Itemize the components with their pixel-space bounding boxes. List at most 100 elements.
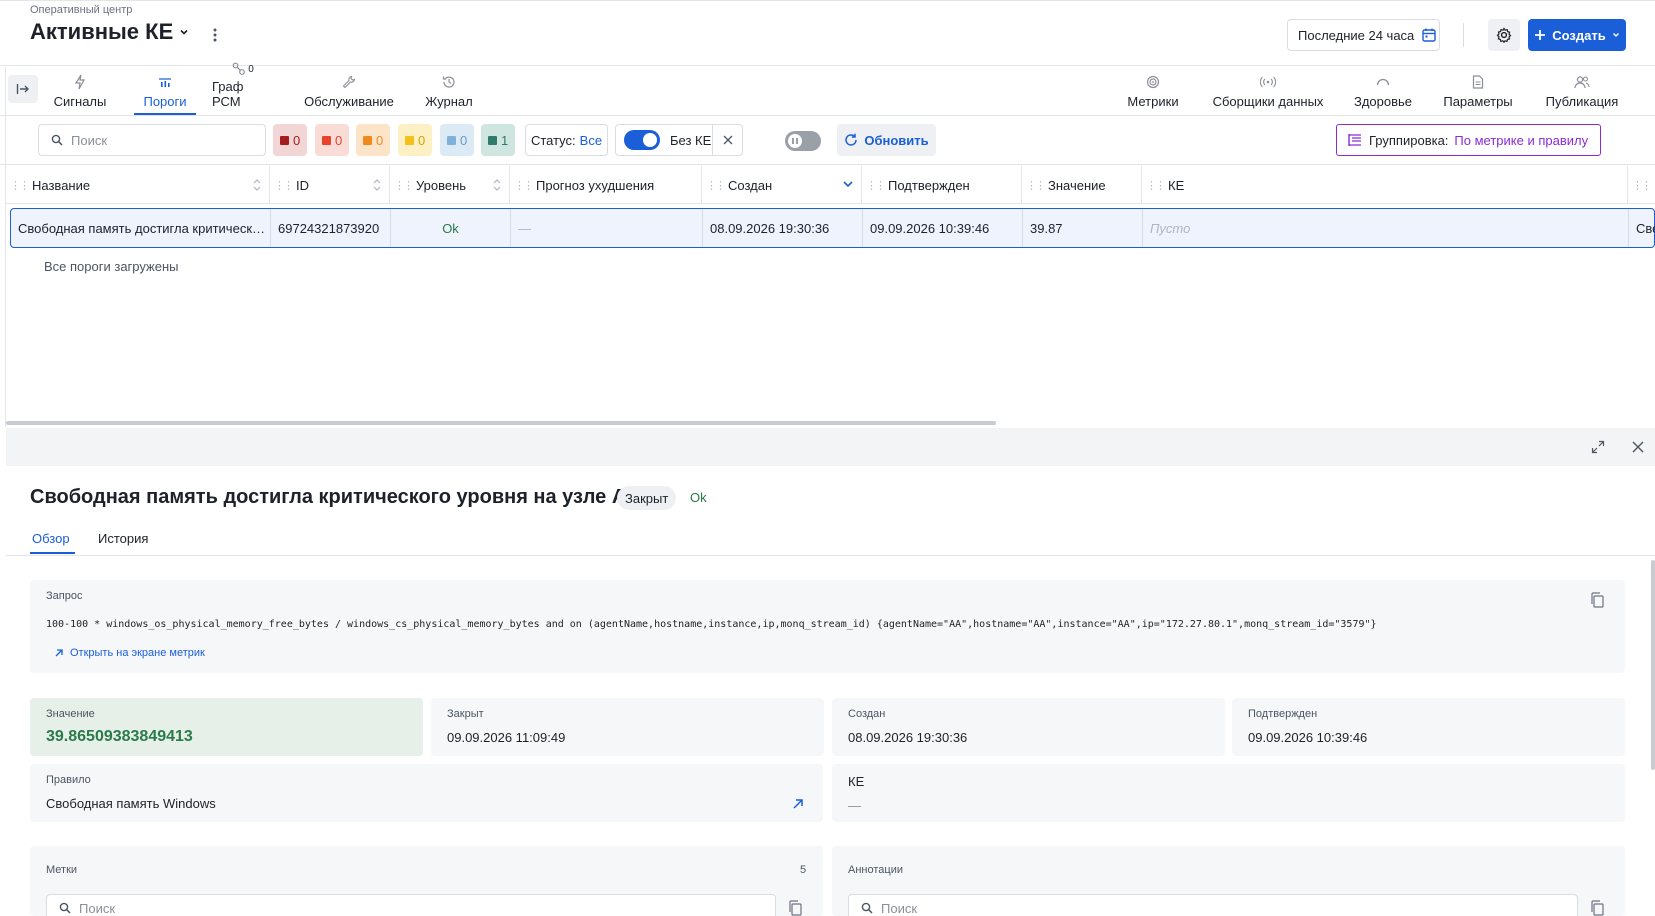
tab-maintenance[interactable]: Обслуживание [303, 67, 395, 115]
close-icon[interactable] [1631, 440, 1645, 454]
level-filter-critical[interactable]: 0 [273, 124, 308, 156]
tags-search-input[interactable]: Поиск [46, 894, 776, 916]
tab-journal[interactable]: Журнал [424, 67, 474, 115]
tab-signals[interactable]: Сигналы [52, 67, 108, 115]
wrench-icon [342, 73, 356, 91]
column-title: Название [32, 177, 91, 193]
column-header-forecast[interactable]: ⋮⋮ Прогноз ухудшения [510, 166, 702, 204]
document-icon [1472, 73, 1484, 91]
tab-history[interactable]: История [98, 531, 148, 546]
no-ke-switch[interactable] [624, 130, 660, 150]
confirmed-label: Подтвержден [1248, 708, 1318, 720]
ke-card: КЕ — [832, 764, 1625, 822]
tab-rsm-graph[interactable]: 0 Граф РСМ [212, 62, 274, 115]
annotations-search-input[interactable]: Поиск [848, 894, 1578, 916]
tab-metrics[interactable]: Метрики [1124, 67, 1182, 115]
expand-sidebar-button[interactable] [8, 75, 38, 103]
more-vertical-icon[interactable] [208, 27, 222, 43]
grouping-icon [1347, 133, 1363, 147]
search-input[interactable]: Поиск [38, 124, 266, 156]
history-icon [442, 73, 456, 91]
column-header-ke[interactable]: ⋮⋮ КЕ [1142, 166, 1628, 204]
gear-icon [1496, 27, 1512, 43]
level-filter-info[interactable]: 0 [440, 124, 475, 156]
status-badge: Закрыт [617, 486, 677, 510]
rule-label: Правило [46, 774, 91, 786]
level-filter-low[interactable]: 0 [398, 124, 433, 156]
tab-label: Журнал [425, 94, 473, 109]
breadcrumb[interactable]: Оперативный центр [30, 4, 132, 16]
arrow-up-right-icon[interactable] [792, 798, 804, 810]
cell-confirmed: 09.09.2026 10:39:46 [863, 209, 1023, 247]
chevron-down-icon [179, 27, 189, 37]
tab-health[interactable]: Здоровье [1354, 67, 1412, 115]
tab-label: Публикация [1545, 94, 1619, 109]
tab-thresholds[interactable]: Пороги [134, 67, 196, 115]
column-header-confirmed[interactable]: ⋮⋮ Подтвержден [862, 166, 1022, 204]
drag-handle-icon[interactable]: ⋮⋮ [1146, 179, 1166, 192]
confirmed-card: Подтвержден 09.09.2026 10:39:46 [1232, 698, 1625, 756]
query-label: Запрос [46, 590, 83, 602]
settings-button[interactable] [1488, 19, 1520, 51]
column-title: Значение [1048, 177, 1106, 193]
annotations-card: Аннотации Поиск [832, 846, 1625, 916]
column-header-extra[interactable]: ⋮⋮ Пр [1628, 166, 1655, 204]
level-count: 1 [501, 132, 509, 148]
copy-icon[interactable] [1590, 592, 1604, 608]
calendar-icon [1422, 28, 1436, 42]
query-card: Запрос 100-100 * windows_os_physical_mem… [30, 580, 1625, 673]
drag-handle-icon[interactable]: ⋮⋮ [706, 179, 726, 192]
created-label: Создан [848, 708, 886, 720]
status-value: Все [579, 132, 603, 148]
tab-overview[interactable]: Обзор [32, 531, 70, 546]
table-row[interactable]: Свободная память достигла критическ… 697… [10, 208, 1655, 248]
tab-parameters[interactable]: Параметры [1443, 67, 1513, 115]
vertical-scrollbar[interactable] [1651, 560, 1655, 770]
drag-handle-icon[interactable]: ⋮⋮ [514, 179, 534, 192]
copy-icon[interactable] [1590, 900, 1604, 916]
date-range-button[interactable]: Последние 24 часа [1287, 19, 1440, 51]
refresh-label: Обновить [864, 132, 929, 148]
drag-handle-icon[interactable]: ⋮⋮ [394, 179, 414, 192]
horizontal-scrollbar[interactable] [6, 421, 996, 425]
expand-icon[interactable] [1591, 440, 1605, 454]
grouping-button[interactable]: Группировка: По метрике и правилу [1336, 124, 1601, 156]
tab-data-collectors[interactable]: Сборщики данных [1210, 67, 1326, 115]
ke-label: КЕ [848, 774, 865, 789]
copy-icon[interactable] [788, 900, 802, 916]
column-header-created[interactable]: ⋮⋮ Создан [702, 166, 862, 204]
level-filter-ok[interactable]: 1 [481, 124, 516, 156]
cell-created: 08.09.2026 19:30:36 [703, 209, 863, 247]
page-title[interactable]: Активные КЕ [30, 19, 189, 45]
level-filter-high[interactable]: 0 [315, 124, 350, 156]
open-metrics-link[interactable]: Открыть на экране метрик [54, 647, 205, 659]
create-button[interactable]: Создать [1528, 19, 1626, 51]
grouping-value: По метрике и правилу [1454, 132, 1589, 148]
drag-handle-icon[interactable]: ⋮⋮ [1026, 179, 1046, 192]
drag-handle-icon[interactable]: ⋮⋮ [274, 179, 294, 192]
drag-handle-icon[interactable]: ⋮⋮ [1632, 179, 1652, 192]
column-header-name[interactable]: ⋮⋮ Название [6, 166, 270, 204]
column-header-value[interactable]: ⋮⋮ Значение [1022, 166, 1142, 204]
refresh-button[interactable]: Обновить [837, 124, 936, 156]
auto-refresh-switch[interactable] [785, 131, 821, 151]
filter-toolbar: Поиск 0 0 0 0 0 1 Статус: Все Без КЕ Обн… [0, 117, 1655, 165]
pause-icon [788, 134, 802, 148]
drag-handle-icon[interactable]: ⋮⋮ [10, 179, 30, 192]
level-count: 0 [335, 132, 343, 148]
tab-publication[interactable]: Публикация [1544, 67, 1620, 115]
tags-label: Метки [46, 864, 78, 876]
close-icon[interactable] [712, 125, 742, 155]
page-title-text: Активные КЕ [30, 19, 174, 44]
column-header-level[interactable]: ⋮⋮ Уровень [390, 166, 510, 204]
search-icon [51, 134, 63, 146]
drag-handle-icon[interactable]: ⋮⋮ [866, 179, 886, 192]
cell-level: Ok [391, 209, 511, 247]
sort-descending-icon [843, 180, 853, 188]
level-filter-medium[interactable]: 0 [356, 124, 391, 156]
detail-title: Свободная память достигла критического у… [30, 486, 641, 508]
level-color-swatch [447, 135, 456, 145]
status-filter[interactable]: Статус: Все [525, 124, 608, 156]
column-header-id[interactable]: ⋮⋮ ID [270, 166, 390, 204]
divider [6, 555, 1655, 556]
